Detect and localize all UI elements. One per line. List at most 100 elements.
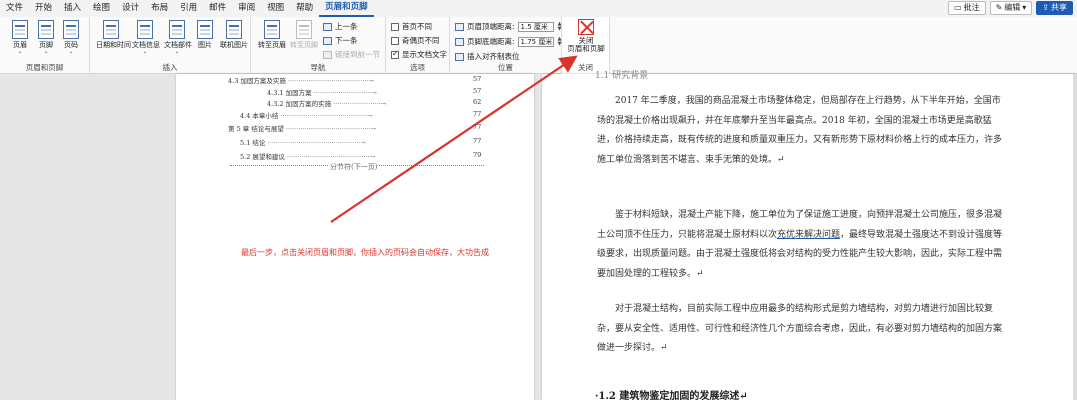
toc-entry[interactable]: 4.3 加固方案及实施 ····························… <box>228 75 374 85</box>
spinner-arrows-icon[interactable]: ▲ ▼ <box>558 36 562 47</box>
group-label-navigation: 导航 <box>310 63 326 72</box>
toc-page-number: 62 <box>473 98 482 106</box>
share-button[interactable]: ⇪ 共享 <box>1036 1 1073 15</box>
menu-draw[interactable]: 绘图 <box>87 0 116 17</box>
show-document-text-checkbox[interactable]: 显示文档文字 <box>391 49 447 60</box>
toc-entry[interactable]: 第 5 章 结论与展望 ····························… <box>228 123 376 133</box>
checkbox-unchecked <box>391 22 399 31</box>
menu-help[interactable]: 帮助 <box>290 0 319 17</box>
toc-page-number: 77 <box>473 137 482 145</box>
alignment-tab-icon <box>455 52 464 61</box>
close-icon <box>578 19 594 35</box>
group-insert: 日期和时间 文档信息 ⌄ 文档部件 ⌄ 图片 联机图片 插入 <box>90 17 251 74</box>
header-top-distance: 页眉顶端距离: 1.5 厘米 ▲ ▼ <box>455 21 562 32</box>
word-window: 文件 开始 插入 绘图 设计 布局 引用 邮件 审阅 视图 帮助 页眉和页脚 ▭… <box>0 0 1077 400</box>
page-toc[interactable]: 4.3 加固方案及实施 ····························… <box>176 74 534 400</box>
goto-footer-button[interactable]: 转至页脚 <box>289 20 319 49</box>
chevron-down-icon: ⌄ <box>43 48 49 55</box>
page-body[interactable]: 1.1 研究背景 2017 年二季度，我国的商品混凝土市场整体稳定，但局部存在上… <box>542 71 1077 400</box>
share-icon: ⇪ <box>1042 3 1049 12</box>
first-page-different-checkbox[interactable]: 首页不同 <box>391 21 432 32</box>
group-label-position: 位置 <box>498 63 513 72</box>
group-label-insert: 插入 <box>162 63 178 72</box>
chevron-down-icon: ⌄ <box>17 48 23 55</box>
ribbon: 页眉 ⌄ 页脚 ⌄ 页码 ⌄ 页眉和页脚 日期和时间 文档信息 ⌄ 文档部件 ⌄… <box>0 17 1077 74</box>
header-button[interactable]: 页眉 ⌄ <box>8 20 32 55</box>
toc-page-number: 57 <box>473 75 482 83</box>
group-close: 关闭 页眉和页脚 关闭 <box>562 17 610 74</box>
chevron-down-icon: ⌄ <box>68 48 74 55</box>
previous-button[interactable]: 上一条 <box>323 21 358 32</box>
toc-entry[interactable]: 4.4 本章小结 ·······························… <box>240 110 373 120</box>
goto-footer-icon <box>296 20 312 39</box>
vertical-scrollbar[interactable] <box>1073 74 1077 400</box>
footer-bottom-distance: 页脚底端距离: 1.75 厘米 ▲ ▼ <box>455 36 562 47</box>
menu-review[interactable]: 审阅 <box>232 0 261 17</box>
comment-icon: ▭ <box>954 3 962 12</box>
checkbox-unchecked <box>391 36 399 45</box>
menu-layout[interactable]: 布局 <box>145 0 174 17</box>
page-number-icon <box>63 20 79 39</box>
menu-mailings[interactable]: 邮件 <box>203 0 232 17</box>
document-area: 4.3 加固方案及实施 ····························… <box>0 71 1077 400</box>
picture-button[interactable]: 图片 <box>194 20 216 49</box>
paragraph-1[interactable]: 2017 年二季度，我国的商品混凝土市场整体稳定，但局部存在上行趋势，从下半年开… <box>597 92 1009 170</box>
toc-entry[interactable]: 5.2 展望和建议 ······························… <box>240 151 375 161</box>
goto-header-button[interactable]: 转至页眉 <box>257 20 287 49</box>
toc-entry[interactable]: 4.3.1 加固方案 ····························→ <box>267 87 377 97</box>
group-navigation: 转至页眉 转至页脚 上一条 下一条 链接到前一节 导航 <box>251 17 386 74</box>
page-number-button[interactable]: 页码 ⌄ <box>59 20 83 55</box>
paragraph-3[interactable]: 对于混凝土结构，目前实际工程中应用最多的结构形式是剪力墙结构，对剪力墙进行加固比… <box>597 300 1009 359</box>
picture-icon <box>197 20 213 39</box>
section-heading-partial: 1.1 研究背景 <box>595 71 649 81</box>
menu-references[interactable]: 引用 <box>174 0 203 17</box>
doc-info-button[interactable]: 文档信息 ⌄ <box>132 20 160 55</box>
menu-bar: 文件 开始 插入 绘图 设计 布局 引用 邮件 审阅 视图 帮助 页眉和页脚 ▭… <box>0 0 1077 17</box>
next-icon <box>323 36 332 45</box>
footer-distance-icon <box>455 37 464 46</box>
chevron-down-icon: ▾ <box>1022 3 1027 12</box>
header-distance-input[interactable]: 1.5 厘米 ▲ ▼ <box>517 21 562 32</box>
header-distance-icon <box>455 22 464 31</box>
calendar-icon <box>103 20 119 39</box>
toc-page-number: 57 <box>473 87 482 95</box>
next-button[interactable]: 下一条 <box>323 35 358 46</box>
odd-even-different-checkbox[interactable]: 奇偶页不同 <box>391 35 440 46</box>
footer-icon <box>38 20 54 39</box>
footer-button[interactable]: 页脚 ⌄ <box>34 20 58 55</box>
previous-icon <box>323 22 332 31</box>
menu-home[interactable]: 开始 <box>29 0 58 17</box>
group-position: 页眉顶端距离: 1.5 厘米 ▲ ▼ 页脚底端距离: 1.75 厘米 ▲ ▼ 插入对齐制… <box>450 17 562 74</box>
toc-page-number: 77 <box>473 123 482 131</box>
menu-header-footer[interactable]: 页眉和页脚 <box>319 0 374 17</box>
goto-header-icon <box>264 20 280 39</box>
edit-mode-button[interactable]: ✎ 编辑 ▾ <box>989 1 1033 15</box>
footer-distance-input[interactable]: 1.75 厘米 ▲ ▼ <box>517 36 562 47</box>
chevron-down-icon: ⌄ <box>142 48 148 55</box>
quick-parts-icon <box>169 20 185 39</box>
insert-alignment-tab-button[interactable]: 插入对齐制表位 <box>455 51 520 62</box>
link-to-previous-button[interactable]: 链接到前一节 <box>323 49 380 60</box>
online-picture-icon <box>226 20 242 39</box>
toc-entry[interactable]: 5.1 结论 ·································… <box>240 137 366 147</box>
section-break-label: 分节符(下一页) <box>328 162 380 172</box>
close-header-footer-button[interactable]: 关闭 页眉和页脚 <box>566 19 606 53</box>
menu-insert[interactable]: 插入 <box>58 0 87 17</box>
link-icon <box>323 50 332 59</box>
paragraph-2[interactable]: 鉴于材料短缺，混凝土产能下降，施工单位为了保证施工进度，向预拌混凝土公司施压，很… <box>597 206 1009 284</box>
menu-design[interactable]: 设计 <box>116 0 145 17</box>
menu-view[interactable]: 视图 <box>261 0 290 17</box>
tutorial-annotation: 最后一步，点击关闭页眉和页脚，你插入的页码会自动保存，大功告成 <box>241 248 489 257</box>
menu-file[interactable]: 文件 <box>0 0 29 17</box>
date-time-button[interactable]: 日期和时间 <box>96 20 131 49</box>
spinner-arrows-icon[interactable]: ▲ ▼ <box>558 21 562 32</box>
comment-button[interactable]: ▭ 批注 <box>948 1 986 15</box>
quick-parts-button[interactable]: 文档部件 ⌄ <box>164 20 192 55</box>
checkbox-checked <box>391 49 399 59</box>
menu-right-actions: ▭ 批注 ✎ 编辑 ▾ ⇪ 共享 <box>948 1 1073 15</box>
toc-entry[interactable]: 4.3.2 加固方案的实施 ·······················→ <box>267 98 386 108</box>
section-heading-1-2: ·1.2 建筑物鉴定加固的发展综述↵ <box>595 391 748 400</box>
toc-page-number: 79 <box>473 151 482 159</box>
online-picture-button[interactable]: 联机图片 <box>220 20 248 49</box>
grammar-flag-text[interactable]: 充优来解决问题 <box>777 230 840 240</box>
